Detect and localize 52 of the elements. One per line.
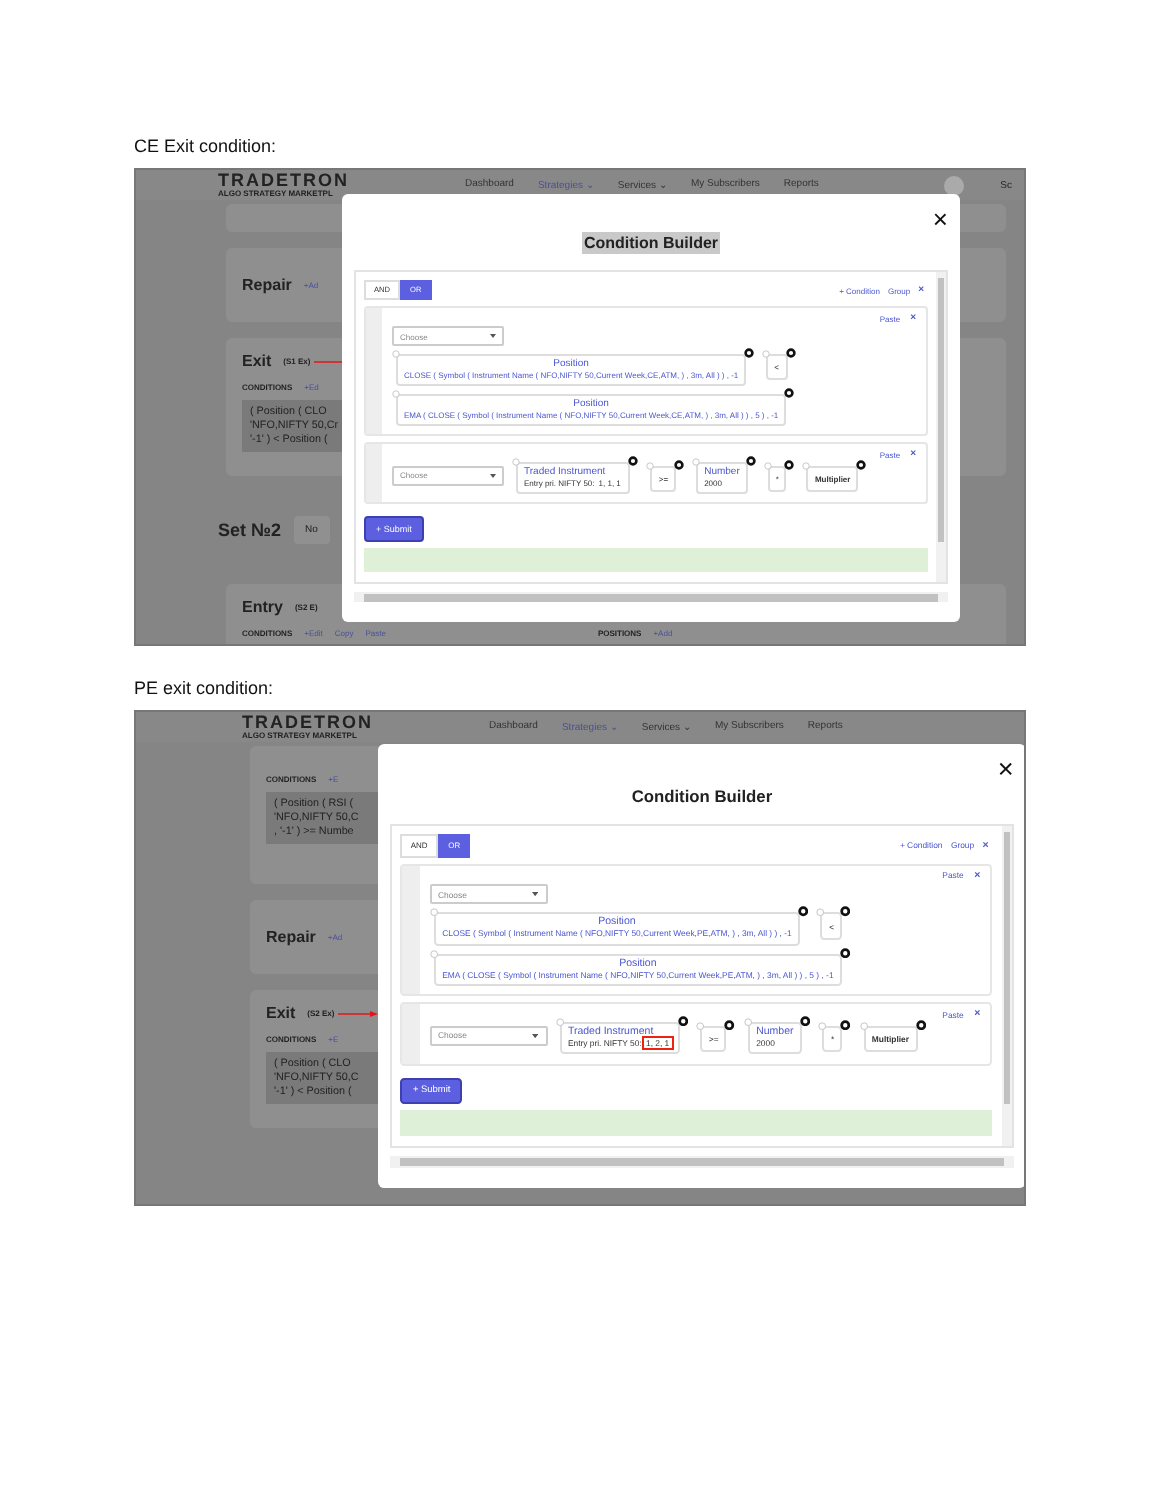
dialog-title: Condition Builder bbox=[629, 783, 775, 808]
horizontal-scrollbar[interactable] bbox=[390, 1156, 1014, 1168]
card-title: Exit bbox=[266, 1004, 296, 1022]
add-icon[interactable] bbox=[392, 350, 400, 358]
logo: TRADETRON bbox=[242, 714, 373, 732]
delete-icon[interactable] bbox=[628, 456, 639, 466]
close-button[interactable]: × bbox=[997, 756, 1014, 784]
delete-icon[interactable] bbox=[799, 1016, 811, 1027]
add-icon[interactable] bbox=[763, 461, 772, 469]
delete-icon[interactable] bbox=[856, 459, 867, 469]
section-caption: PE exit condition: bbox=[134, 678, 276, 698]
add-icon[interactable] bbox=[429, 949, 439, 958]
delete-icon[interactable] bbox=[724, 1019, 736, 1030]
delete-icon[interactable] bbox=[839, 947, 851, 958]
set-title: Set №2 bbox=[218, 520, 282, 540]
section-caption: CE Exit condition: bbox=[134, 136, 279, 156]
delete-icon[interactable] bbox=[674, 459, 685, 469]
add-icon[interactable] bbox=[429, 908, 439, 917]
card-title: Entry bbox=[242, 598, 283, 616]
card-title: Repair bbox=[266, 928, 316, 946]
vertical-scrollbar[interactable] bbox=[1001, 826, 1012, 1147]
add-icon[interactable] bbox=[696, 1021, 705, 1030]
delete-icon[interactable] bbox=[784, 388, 795, 398]
delete-icon[interactable] bbox=[840, 1019, 851, 1030]
add-icon[interactable] bbox=[512, 458, 520, 466]
add-icon[interactable] bbox=[816, 908, 826, 917]
card-title: Repair bbox=[242, 276, 292, 294]
caret-icon bbox=[532, 1033, 539, 1038]
delete-icon[interactable] bbox=[797, 906, 809, 917]
add-icon[interactable] bbox=[743, 1018, 753, 1027]
add-icon[interactable] bbox=[555, 1018, 564, 1027]
delete-icon[interactable] bbox=[915, 1019, 926, 1030]
close-button[interactable]: × bbox=[932, 206, 948, 232]
add-icon[interactable] bbox=[646, 461, 655, 469]
add-icon[interactable] bbox=[762, 350, 771, 358]
delete-icon[interactable] bbox=[677, 1016, 688, 1027]
delete-icon[interactable] bbox=[840, 906, 851, 917]
dialog-title: Condition Builder bbox=[581, 232, 721, 254]
horizontal-scrollbar[interactable] bbox=[354, 592, 948, 602]
add-icon[interactable] bbox=[818, 1021, 827, 1030]
card-title: Exit bbox=[242, 352, 272, 370]
add-icon[interactable] bbox=[859, 1021, 868, 1030]
delete-icon[interactable] bbox=[744, 348, 755, 358]
delete-icon[interactable] bbox=[745, 456, 756, 466]
add-icon[interactable] bbox=[802, 461, 811, 469]
vertical-scrollbar[interactable] bbox=[936, 272, 946, 582]
add-icon[interactable] bbox=[692, 458, 701, 466]
logo: TRADETRON bbox=[218, 172, 349, 190]
add-icon[interactable] bbox=[392, 390, 400, 398]
delete-icon[interactable] bbox=[785, 348, 795, 358]
avatar-icon[interactable] bbox=[944, 175, 965, 195]
delete-icon[interactable] bbox=[784, 459, 795, 469]
